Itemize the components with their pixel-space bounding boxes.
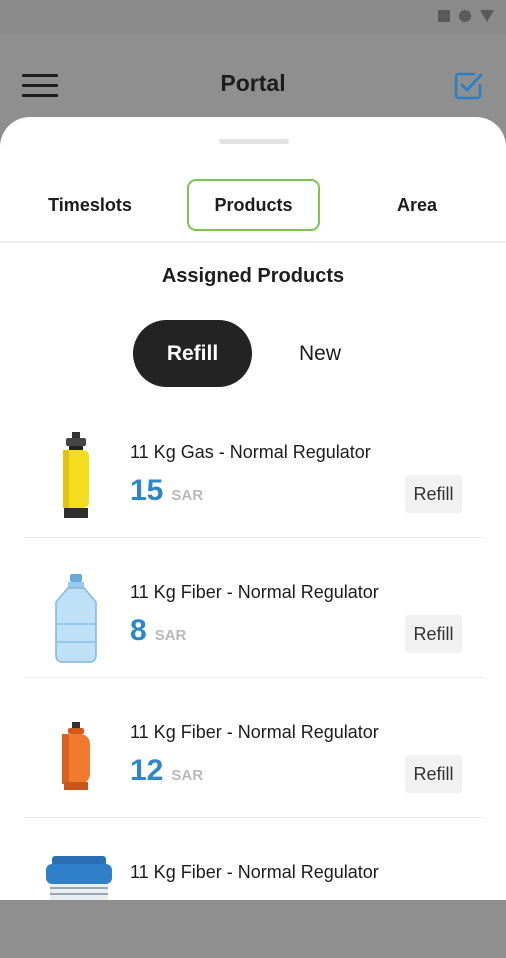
product-name: 11 Kg Gas - Normal Regulator [130,442,371,462]
status-bar [0,0,506,34]
price-currency: SAR [154,627,187,644]
product-row[interactable]: 11 Kg Fiber - Normal Regulator 12 SAR Re… [24,678,484,818]
tab-timeslots[interactable]: Timeslots [30,179,150,231]
bottom-sheet: Timeslots Products Area Assigned Product… [0,117,506,900]
refill-button[interactable]: Refill [405,475,462,513]
check-square-icon[interactable] [452,70,484,102]
refill-button[interactable]: Refill [405,615,462,653]
drag-handle[interactable] [219,139,289,144]
yellow-gas-cylinder-image [63,432,89,518]
product-name: 11 Kg Fiber - Normal Regulator [130,582,379,602]
product-price: 12 SAR [130,754,203,788]
water-bottle-image [55,574,97,663]
circle-icon [459,10,471,22]
product-price: 8 SAR [130,614,186,648]
tab-bar: Timeslots Products Area [0,179,506,231]
refill-toggle-button[interactable]: Refill [133,320,252,387]
price-currency: SAR [171,487,204,504]
triangle-icon [480,10,494,22]
section-title: Assigned Products [161,265,345,287]
product-name: 11 Kg Fiber - Normal Regulator [130,722,379,742]
tab-products[interactable]: Products [187,179,320,231]
orange-gas-cylinder-image [62,722,90,790]
price-value: 12 [130,754,164,787]
blue-fiber-cylinder-image [46,856,112,900]
product-row[interactable]: 11 Kg Gas - Normal Regulator 15 SAR Refi… [24,398,484,538]
product-row[interactable]: 11 Kg Fiber - Normal Regulator [24,818,484,958]
tabs-divider [0,241,506,243]
price-value: 8 [130,614,147,647]
product-name: 11 Kg Fiber - Normal Regulator [130,862,379,882]
page-title: Portal [220,70,286,96]
new-toggle-button[interactable]: New [268,320,372,387]
refill-button[interactable]: Refill [405,755,462,793]
tab-area[interactable]: Area [372,179,462,231]
price-currency: SAR [171,767,204,784]
price-value: 15 [130,474,164,507]
square-icon [438,10,450,22]
product-price: 15 SAR [130,474,203,508]
product-row[interactable]: 11 Kg Fiber - Normal Regulator 8 SAR Ref… [24,538,484,678]
